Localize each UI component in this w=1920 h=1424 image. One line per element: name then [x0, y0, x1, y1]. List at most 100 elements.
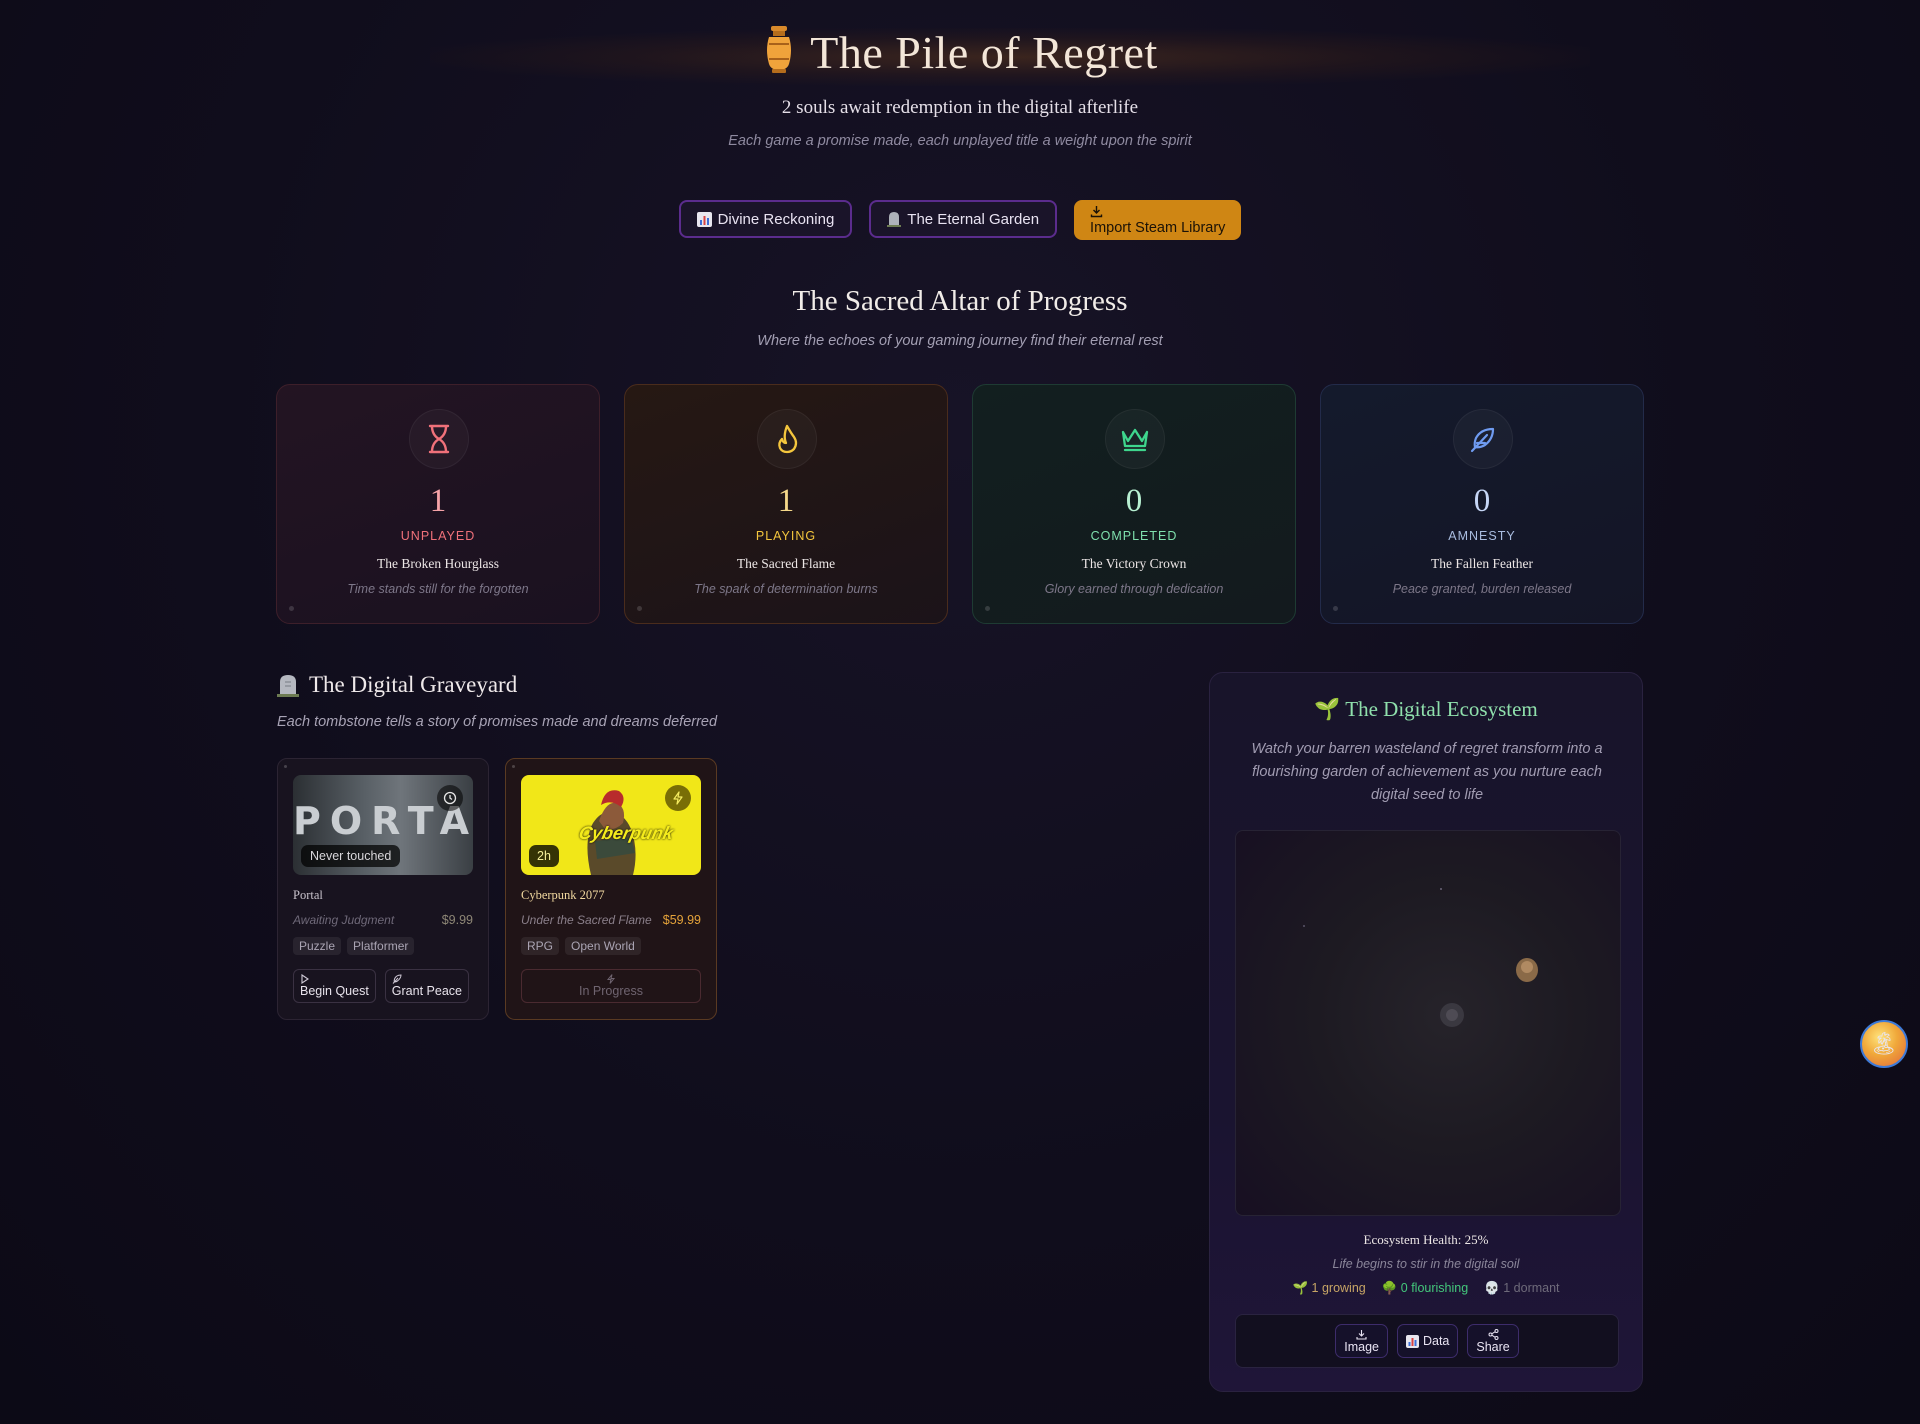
seedling-icon: 🌱: [1314, 697, 1341, 721]
export-data-label: Data: [1422, 1334, 1450, 1348]
playtime-pill: 2h: [529, 845, 559, 867]
card-dot: [289, 606, 294, 611]
game-actions: Begin Quest Grant Peace: [293, 969, 469, 1003]
export-data-button[interactable]: Data: [1396, 1324, 1459, 1358]
flourishing-stat: 🌳 0 flourishing: [1381, 1281, 1469, 1295]
graveyard-subtitle: Each tombstone tells a story of promises…: [277, 714, 718, 730]
hourglass-icon: [428, 424, 450, 454]
ecosystem-life-text: Life begins to stir in the digital soil: [1332, 1257, 1520, 1271]
card-dot: [985, 606, 990, 611]
eternal-garden-button[interactable]: The Eternal Garden: [869, 200, 1058, 238]
game-card-cyberpunk[interactable]: Cyberpunk 2h Cyberpunk 2077 Under the Sa…: [505, 758, 717, 1020]
stat-count-amnesty: 0: [1473, 483, 1491, 519]
game-status: Under the Sacred Flame: [521, 913, 652, 927]
import-steam-button[interactable]: Import Steam Library: [1074, 200, 1242, 240]
page-tagline: Each game a promise made, each unplayed …: [728, 133, 1192, 149]
urn-icon: [767, 26, 792, 73]
crown-icon: [1121, 428, 1149, 452]
stat-icon-wrap: [409, 409, 469, 469]
divine-reckoning-button[interactable]: Divine Reckoning: [678, 200, 853, 238]
page-subtitle: 2 souls await redemption in the digital …: [781, 97, 1139, 118]
ecosystem-canvas[interactable]: [1235, 830, 1621, 1216]
import-steam-label: Import Steam Library: [1090, 219, 1226, 236]
export-image-button[interactable]: Image: [1335, 1324, 1388, 1358]
ecosystem-title-text: The Digital Ecosystem: [1345, 697, 1538, 721]
stat-icon-wrap: [1453, 409, 1513, 469]
stat-name-amnesty: The Fallen Feather: [1431, 556, 1533, 571]
grant-peace-button[interactable]: Grant Peace: [384, 969, 469, 1003]
top-actions: Divine Reckoning The Eternal Garden Impo…: [0, 200, 1920, 240]
ecosystem-health: Ecosystem Health: 25%: [1363, 1232, 1489, 1247]
tag: Puzzle: [293, 937, 342, 955]
tag: Open World: [565, 937, 641, 955]
bolt-badge: [665, 785, 691, 811]
stat-card-amnesty[interactable]: 0 AMNESTY The Fallen Feather Peace grant…: [1320, 384, 1644, 624]
ecosystem-stats: 🌱 1 growing 🌳 0 flourishing 💀 1 dormant: [1210, 1281, 1642, 1296]
game-title: Portal: [293, 888, 323, 902]
clock-icon: [443, 791, 457, 805]
stat-count-unplayed: 1: [429, 483, 447, 519]
stat-icon-wrap: [1105, 409, 1165, 469]
dormant-stat: 💀 1 dormant: [1484, 1281, 1560, 1295]
stat-card-completed[interactable]: 0 COMPLETED The Victory Crown Glory earn…: [972, 384, 1296, 624]
altar-title: The Sacred Altar of Progress: [792, 285, 1128, 317]
ecosystem-panel: 🌱 The Digital Ecosystem Watch your barre…: [1209, 672, 1643, 1392]
stat-label-amnesty: AMNESTY: [1448, 529, 1516, 543]
eternal-garden-label: The Eternal Garden: [907, 210, 1040, 228]
stat-desc-unplayed: Time stands still for the forgotten: [347, 582, 529, 596]
download-icon: [1090, 205, 1103, 217]
stat-desc-playing: The spark of determination burns: [694, 582, 878, 596]
in-progress-label: In Progress: [579, 984, 643, 998]
growing-stat: 🌱 1 growing: [1292, 1281, 1366, 1295]
card-dot: [284, 765, 287, 768]
stat-count-completed: 0: [1125, 483, 1143, 519]
begin-quest-button[interactable]: Begin Quest: [293, 969, 376, 1003]
share-label: Share: [1476, 1339, 1510, 1354]
floating-island-button[interactable]: 🏝: [1860, 1020, 1908, 1068]
altar-subtitle: Where the echoes of your gaming journey …: [757, 333, 1163, 349]
game-price: $9.99: [441, 913, 473, 927]
bar-chart-icon: [1405, 1334, 1419, 1348]
stat-card-playing[interactable]: 1 PLAYING The Sacred Flame The spark of …: [624, 384, 948, 624]
lightning-icon: [673, 791, 683, 805]
bar-chart-icon: [696, 211, 712, 227]
game-title: Cyberpunk 2077: [521, 888, 605, 902]
stat-card-unplayed[interactable]: 1 UNPLAYED The Broken Hourglass Time sta…: [276, 384, 600, 624]
begin-quest-label: Begin Quest: [300, 984, 369, 998]
graveyard-title-text: The Digital Graveyard: [309, 672, 518, 697]
page-title: The Pile of Regret: [0, 24, 1920, 79]
tombstone-icon: [277, 675, 299, 697]
clock-badge: [437, 785, 463, 811]
flourishing-count: 0 flourishing: [1400, 1281, 1469, 1295]
play-icon: [301, 974, 309, 984]
tag: Platformer: [347, 937, 415, 955]
feather-icon: [1470, 427, 1495, 453]
ecosystem-scene: [1303, 888, 1538, 1027]
share-button[interactable]: Share: [1467, 1324, 1519, 1358]
flame-icon: [778, 424, 798, 454]
game-card-portal[interactable]: PORTAL Never touched Portal Awaiting Jud…: [277, 758, 489, 1020]
lightning-icon: [606, 974, 616, 984]
game-price: $59.99: [662, 913, 701, 927]
card-dot: [512, 765, 515, 768]
island-icon: 🏝: [1870, 1031, 1898, 1056]
grant-peace-label: Grant Peace: [391, 984, 462, 998]
game-tags: RPG Open World: [521, 937, 641, 955]
ecosystem-description: Watch your barren wasteland of regret tr…: [1251, 741, 1603, 803]
growing-count: 1 growing: [1311, 1281, 1366, 1295]
feather-icon: [392, 974, 402, 984]
tag: RPG: [521, 937, 560, 955]
stat-name-playing: The Sacred Flame: [736, 556, 836, 571]
ecosystem-title: 🌱 The Digital Ecosystem: [1210, 697, 1642, 722]
stat-label-completed: COMPLETED: [1090, 529, 1178, 543]
stat-name-completed: The Victory Crown: [1081, 556, 1187, 571]
share-icon: [1488, 1328, 1499, 1340]
stat-label-playing: PLAYING: [755, 529, 817, 543]
stat-count-playing: 1: [777, 483, 795, 519]
divine-reckoning-label: Divine Reckoning: [717, 210, 835, 228]
download-icon: [1356, 1329, 1367, 1340]
never-touched-pill: Never touched: [301, 845, 401, 867]
dormant-count: 1 dormant: [1503, 1281, 1560, 1295]
in-progress-button[interactable]: In Progress: [521, 969, 701, 1003]
stat-desc-completed: Glory earned through dedication: [1044, 582, 1224, 596]
